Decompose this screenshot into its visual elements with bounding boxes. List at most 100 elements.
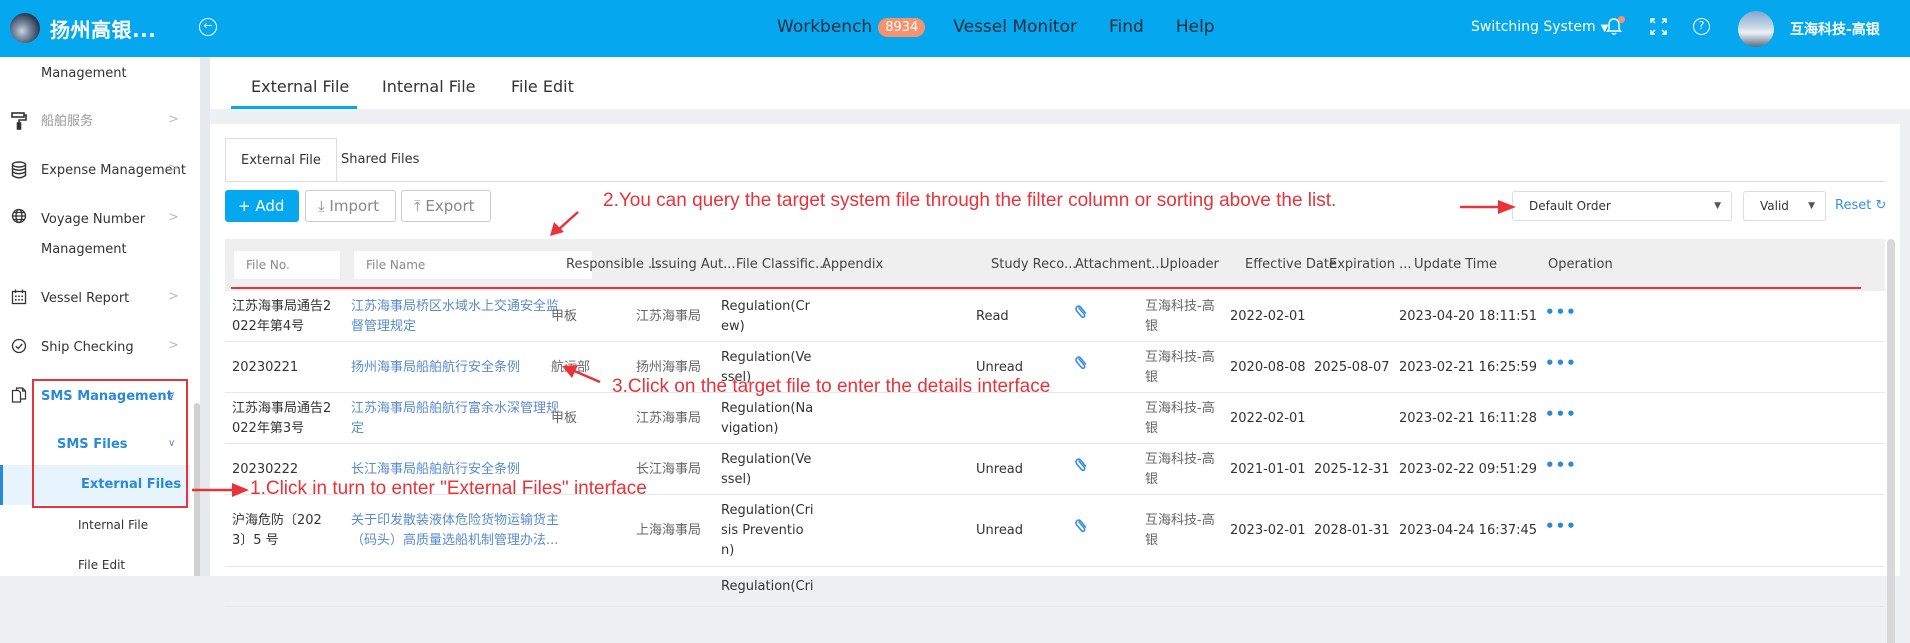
cell-file-name[interactable]: 长江海事局船舶航行安全条例 bbox=[351, 460, 520, 480]
sidebar-item-label: Management bbox=[41, 66, 127, 81]
cell-responsible: 甲板 bbox=[551, 411, 578, 426]
cell-uploader: 互海科技-高银 bbox=[1145, 399, 1215, 439]
user-name[interactable]: 互海科技-高银 bbox=[1790, 19, 1880, 39]
help-icon[interactable]: ? bbox=[1693, 18, 1710, 35]
status-select[interactable]: Valid ▼ bbox=[1743, 191, 1826, 221]
nav-vessel-monitor[interactable]: Vessel Monitor bbox=[953, 17, 1077, 37]
tab-internal-file[interactable]: Internal File bbox=[382, 77, 476, 96]
sidebar-item-vessel-service[interactable]: 船舶服务 > bbox=[0, 112, 200, 132]
cell-file-name[interactable]: 扬州海事局船舶航行安全条例 bbox=[351, 358, 520, 378]
paperclip-icon[interactable] bbox=[1075, 456, 1089, 478]
sidebar-item-label: Vessel Report bbox=[41, 291, 130, 306]
cell-file-name-line[interactable]: 长江海事局船舶航行安全条例 bbox=[351, 460, 520, 480]
sidebar-item-sms-management[interactable]: SMS Management ∨ bbox=[0, 387, 200, 407]
cell-file-no: 20230222 bbox=[232, 460, 298, 480]
sidebar-item-external-files[interactable]: External Files bbox=[0, 475, 200, 495]
more-options-icon[interactable]: ••• bbox=[1545, 516, 1577, 536]
table-row[interactable]: 江苏海事局通告2 022年第4号 江苏海事局桥区水域水上交通安全监 督管理规定 甲板 江苏… bbox=[225, 291, 1885, 342]
sidebar-item-vessel-report[interactable]: Vessel Report > bbox=[0, 289, 200, 309]
nav-workbench[interactable]: Workbench bbox=[777, 17, 872, 37]
column-header-appendix[interactable]: Appendix bbox=[822, 257, 883, 272]
cell-expiration-date: 2025-08-07 bbox=[1314, 360, 1390, 375]
annotation-step2: 2.You can query the target system file t… bbox=[603, 190, 1337, 211]
subtab-shared-files[interactable]: Shared Files bbox=[326, 138, 434, 182]
file-name-filter-input[interactable]: File Name bbox=[353, 250, 593, 280]
fullscreen-icon[interactable] bbox=[1650, 18, 1667, 35]
cell-file-name-line[interactable]: 江苏海事局船舶航行富余水深管理规 bbox=[351, 399, 559, 419]
table-row[interactable]: 沪海危防〔202 3〕5 号 关于印发散装液体危险货物运输货主 （码头）高质量选船机制… bbox=[225, 495, 1885, 567]
sort-order-select[interactable]: Default Order ▼ bbox=[1512, 191, 1732, 221]
cell-file-name-line[interactable]: 定 bbox=[351, 419, 559, 439]
sidebar-item-voyage-number-management[interactable]: Voyage Number Management > bbox=[0, 208, 200, 260]
sidebar-item-sms-files[interactable]: SMS Files ∨ bbox=[0, 435, 200, 455]
cell-file-classification-line: ew) bbox=[721, 319, 745, 334]
cell-issuing-authority: 扬州海事局 bbox=[636, 360, 702, 375]
import-button[interactable]: ⤓ Import bbox=[305, 190, 396, 222]
column-header-responsible[interactable]: Responsible ... bbox=[566, 257, 660, 272]
nav-help[interactable]: Help bbox=[1176, 17, 1215, 37]
column-header-issuing-authority[interactable]: Issuing Aut... bbox=[651, 257, 735, 272]
cell-file-classification: Regulation(Cr ew) bbox=[721, 297, 810, 337]
table-row[interactable]: 20230221扬州海事局船舶航行安全条例航运部扬州海事局Regulation(… bbox=[225, 342, 1885, 393]
paperclip-icon[interactable] bbox=[1075, 303, 1089, 325]
cell-file-no: 江苏海事局通告2 022年第3号 bbox=[232, 399, 331, 439]
paperclip-icon[interactable] bbox=[1075, 517, 1089, 539]
cell-file-name-line[interactable]: （码头）高质量选船机制管理办法... bbox=[351, 531, 559, 551]
cell-file-name-line[interactable]: 江苏海事局桥区水域水上交通安全监 bbox=[351, 297, 559, 317]
cell-file-name[interactable]: 江苏海事局桥区水域水上交通安全监 督管理规定 bbox=[351, 297, 559, 337]
collapse-sidebar-icon[interactable]: ← bbox=[199, 18, 217, 36]
column-header-attachment[interactable]: Attachment... bbox=[1075, 257, 1164, 272]
sidebar-item-internal-file[interactable]: Internal File bbox=[0, 515, 200, 535]
bell-icon[interactable] bbox=[1606, 16, 1625, 36]
subtab-external-file[interactable]: External File bbox=[225, 138, 337, 182]
cell-uploader-line: 银 bbox=[1145, 421, 1159, 436]
brand-name: 扬州高银... bbox=[50, 18, 157, 42]
chevron-right-icon: > bbox=[168, 161, 179, 176]
file-no-filter-input[interactable]: File No. bbox=[233, 250, 341, 280]
cell-file-name[interactable]: 江苏海事局船舶航行富余水深管理规定 bbox=[351, 399, 559, 439]
nav-find[interactable]: Find bbox=[1109, 17, 1144, 37]
reset-button[interactable]: Reset ↻ bbox=[1835, 198, 1886, 213]
cell-study-record: Unread bbox=[976, 462, 1024, 477]
cell-file-no: 20230221 bbox=[232, 358, 298, 378]
more-options-icon[interactable]: ••• bbox=[1545, 302, 1577, 322]
cell-file-name-line[interactable]: 关于印发散装液体危险货物运输货主 bbox=[351, 511, 559, 531]
export-button-label: Export bbox=[425, 197, 475, 215]
sidebar-item-file-edit[interactable]: File Edit bbox=[0, 555, 200, 575]
more-options-icon[interactable]: ••• bbox=[1545, 455, 1577, 475]
table-row[interactable]: 江苏海事局通告2 022年第3号 江苏海事局船舶航行富余水深管理规定甲板 江苏海事局 R… bbox=[225, 393, 1885, 444]
column-header-update-time[interactable]: Update Time bbox=[1414, 257, 1497, 272]
cell-file-no-line: 20230222 bbox=[232, 462, 299, 477]
column-header-expiration[interactable]: Expiration ... bbox=[1329, 257, 1412, 272]
column-header-study-record[interactable]: Study Reco... bbox=[991, 257, 1076, 272]
sidebar-item-management[interactable]: Management bbox=[0, 64, 200, 84]
annotation-arrow-left-icon bbox=[562, 365, 601, 384]
cell-file-name-line[interactable]: 督管理规定 bbox=[351, 317, 559, 337]
chevron-down-icon: ∨ bbox=[168, 438, 176, 449]
cell-file-name-line[interactable]: 扬州海事局船舶航行安全条例 bbox=[351, 358, 520, 378]
export-button[interactable]: ⤒ Export bbox=[401, 190, 491, 222]
cell-file-classification-line: Regulation(Ve bbox=[721, 452, 812, 467]
sidebar-item-ship-checking[interactable]: Ship Checking > bbox=[0, 338, 200, 358]
user-avatar[interactable] bbox=[1738, 11, 1774, 47]
cell-expiration-date: 2028-01-31 bbox=[1314, 523, 1390, 538]
tab-file-edit[interactable]: File Edit bbox=[511, 77, 574, 96]
column-header-uploader[interactable]: Uploader bbox=[1160, 257, 1219, 272]
sidebar-item-expense-management[interactable]: Expense Management > bbox=[0, 161, 200, 181]
table-row[interactable]: Regulation(Cri bbox=[225, 567, 1885, 607]
column-header-file-classification[interactable]: File Classific... bbox=[736, 257, 827, 272]
cell-file-name[interactable]: 关于印发散装液体危险货物运输货主 （码头）高质量选船机制管理办法... bbox=[351, 511, 559, 551]
more-options-icon[interactable]: ••• bbox=[1545, 353, 1577, 373]
paperclip-icon[interactable] bbox=[1075, 354, 1089, 376]
table-scrollbar[interactable] bbox=[1887, 239, 1895, 643]
column-header-effective-date[interactable]: Effective Date bbox=[1245, 257, 1337, 272]
more-options-icon[interactable]: ••• bbox=[1545, 404, 1577, 424]
switching-system-dropdown[interactable]: Switching System ▼ bbox=[1471, 19, 1608, 35]
cell-file-classification: Regulation(Cri sis Preventio n) bbox=[721, 501, 814, 561]
tab-external-file[interactable]: External File bbox=[251, 77, 349, 96]
cell-file-classification-line: Regulation(Cr bbox=[721, 299, 810, 314]
add-button[interactable]: + Add bbox=[225, 190, 299, 222]
cell-uploader: 互海科技-高银 bbox=[1145, 348, 1215, 388]
annotation-step3: 3.Click on the target file to enter the … bbox=[612, 376, 1051, 397]
notification-dot bbox=[1618, 16, 1625, 23]
